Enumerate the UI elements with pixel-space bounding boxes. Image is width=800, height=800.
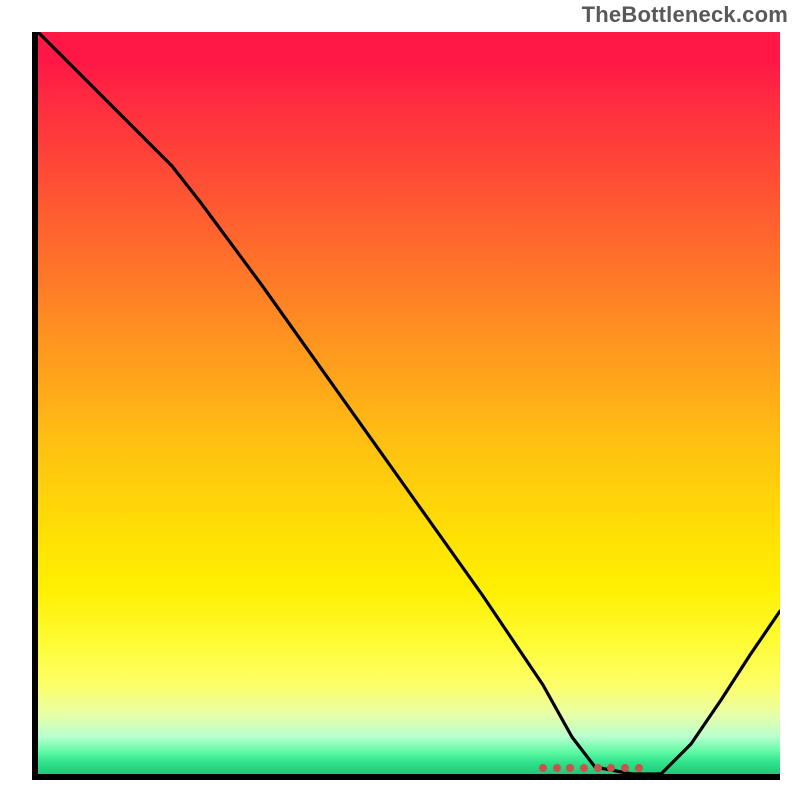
curve-svg: [38, 32, 780, 774]
plot-area: [32, 32, 780, 780]
marker-dot: [566, 764, 574, 772]
marker-dot: [607, 764, 615, 772]
optimal-range-markers: [539, 763, 643, 773]
marker-dot: [635, 764, 643, 772]
marker-dot: [594, 764, 602, 772]
marker-dot: [539, 764, 547, 772]
marker-dot: [580, 764, 588, 772]
watermark-text: TheBottleneck.com: [582, 2, 788, 28]
marker-dot: [553, 764, 561, 772]
bottleneck-curve-path: [38, 32, 780, 774]
chart-container: TheBottleneck.com: [0, 0, 800, 800]
marker-dot: [621, 764, 629, 772]
